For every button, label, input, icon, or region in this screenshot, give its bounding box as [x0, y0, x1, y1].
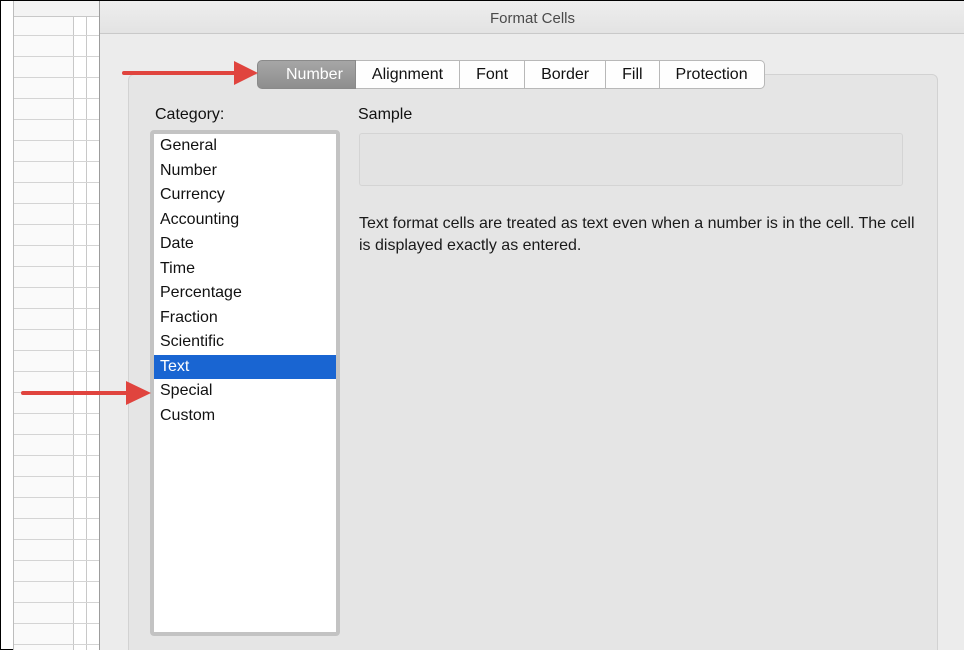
row-gridline	[14, 455, 99, 456]
dialog-title: Format Cells	[489, 10, 575, 27]
category-item-date[interactable]: Date	[154, 232, 336, 257]
annotation-arrow-icon	[21, 381, 151, 405]
row-gridline	[14, 413, 99, 414]
row-gridline	[14, 98, 99, 99]
tab-font[interactable]: Font	[460, 60, 526, 89]
category-item-time[interactable]: Time	[154, 257, 336, 282]
row-gridline	[14, 560, 99, 561]
category-item-special[interactable]: Special	[154, 379, 336, 404]
category-item-general[interactable]: General	[154, 134, 336, 159]
sample-preview	[359, 133, 903, 186]
row-gridline	[14, 581, 99, 582]
row-gridline	[14, 308, 99, 309]
tab-fill[interactable]: Fill	[606, 60, 660, 89]
category-label: Category:	[155, 106, 225, 123]
tab-alignment[interactable]: Alignment	[355, 60, 461, 89]
category-item-accounting[interactable]: Accounting	[154, 208, 336, 233]
row-gridline	[14, 119, 99, 120]
tab-protection[interactable]: Protection	[659, 60, 765, 89]
row-gridline	[14, 602, 99, 603]
row-gridline	[14, 497, 99, 498]
row-gridline	[14, 77, 99, 78]
row-gridline	[14, 161, 99, 162]
category-item-currency[interactable]: Currency	[154, 183, 336, 208]
row-gridline	[14, 182, 99, 183]
tab-number[interactable]: Number	[257, 60, 356, 89]
row-gridline	[14, 539, 99, 540]
screenshot-frame: Format Cells Number Alignment Font Borde…	[0, 0, 964, 650]
tab-bar: Number Alignment Font Border Fill Protec…	[257, 60, 765, 89]
row-gridline	[14, 329, 99, 330]
row-gridline	[14, 644, 99, 645]
row-gridline	[14, 350, 99, 351]
category-listbox[interactable]: General Number Currency Accounting Date …	[150, 130, 340, 636]
row-gridline	[14, 287, 99, 288]
tab-border[interactable]: Border	[525, 60, 607, 89]
category-item-text[interactable]: Text	[154, 354, 336, 379]
row-gridline	[14, 518, 99, 519]
row-gridline	[14, 476, 99, 477]
annotation-arrow-icon	[122, 61, 258, 85]
category-item-number[interactable]: Number	[154, 159, 336, 184]
format-cells-dialog: Format Cells Number Alignment Font Borde…	[99, 1, 964, 650]
row-gridline	[14, 623, 99, 624]
row-gridline	[14, 56, 99, 57]
row-gridline	[14, 140, 99, 141]
row-gridline	[14, 203, 99, 204]
row-gridline	[14, 371, 99, 372]
category-item-percentage[interactable]: Percentage	[154, 281, 336, 306]
row-gridline	[14, 266, 99, 267]
sample-label: Sample	[358, 106, 413, 123]
spreadsheet-background	[13, 1, 99, 650]
category-item-custom[interactable]: Custom	[154, 404, 336, 429]
dialog-titlebar: Format Cells	[100, 1, 964, 34]
row-gridline	[14, 35, 99, 36]
row-gridline	[14, 245, 99, 246]
column-header-row	[14, 1, 99, 17]
category-item-scientific[interactable]: Scientific	[154, 330, 336, 355]
category-item-fraction[interactable]: Fraction	[154, 306, 336, 331]
row-gridline	[14, 434, 99, 435]
format-description: Text format cells are treated as text ev…	[359, 215, 915, 254]
row-gridline	[14, 224, 99, 225]
